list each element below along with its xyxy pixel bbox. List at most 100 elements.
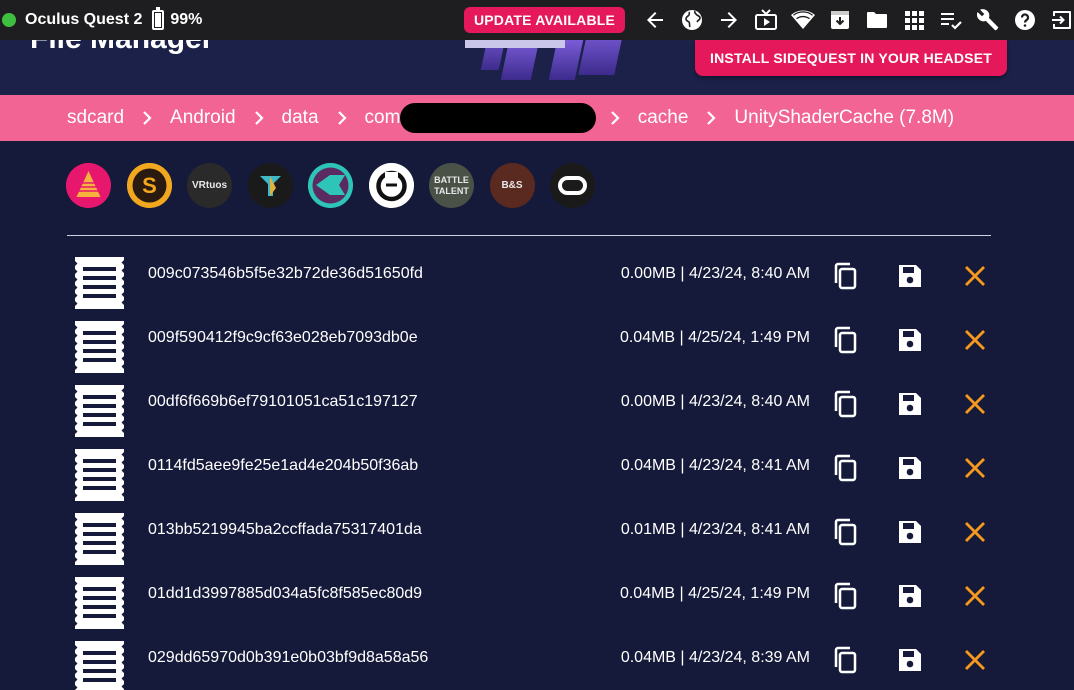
app-icon-label: B&S — [501, 180, 523, 191]
delete-icon[interactable] — [958, 579, 992, 613]
redaction-mark — [399, 103, 596, 133]
wrench-icon[interactable] — [969, 0, 1006, 40]
wifi-icon[interactable] — [784, 0, 821, 40]
file-row[interactable]: 029dd65970d0b391e0b03bf9d8a58a56 0.04MB … — [0, 628, 1074, 690]
help-icon[interactable] — [1006, 0, 1043, 40]
file-meta: 0.00MB | 4/23/24, 8:40 AM — [620, 265, 810, 282]
app-icon-vrtuos[interactable]: VRtuos — [187, 163, 232, 208]
chevron-right-icon — [132, 111, 162, 125]
app-shortcut-row: S VRtuos BATTLE TALENT B&S — [66, 163, 611, 208]
app-icon-2[interactable]: S — [126, 163, 172, 208]
copy-icon[interactable] — [829, 323, 863, 357]
file-meta: 0.04MB | 4/25/24, 1:49 PM — [619, 329, 810, 346]
file-list: 009c073546b5f5e32b72de36d51650fd 0.00MB … — [0, 244, 1074, 690]
chevron-right-icon — [327, 111, 357, 125]
copy-icon[interactable] — [829, 643, 863, 677]
app-icon-label: VRtuos — [192, 180, 227, 191]
file-name: 00df6f669b6ef79101051ca51c197127 — [148, 393, 418, 410]
app-icon-6[interactable] — [368, 163, 414, 208]
checklist-icon[interactable] — [932, 0, 969, 40]
toolbar-icons — [636, 0, 1074, 40]
save-icon[interactable] — [893, 579, 927, 613]
file-meta: 0.04MB | 4/25/24, 1:49 PM — [619, 585, 810, 602]
file-meta: 0.01MB | 4/23/24, 8:41 AM — [620, 521, 810, 538]
file-name: 029dd65970d0b391e0b03bf9d8a58a56 — [148, 649, 429, 666]
save-icon[interactable] — [893, 515, 927, 549]
page-title: File Manager — [30, 40, 213, 56]
update-available-button[interactable]: UPDATE AVAILABLE — [464, 7, 625, 33]
file-name: 009c073546b5f5e32b72de36d51650fd — [148, 265, 423, 282]
app-icon-label: BATTLE TALENT — [434, 174, 469, 196]
app-icon-bs[interactable]: B&S — [489, 163, 535, 208]
file-row[interactable]: 0114fd5aee9fe25e1ad4e204b50f36ab 0.04MB … — [0, 436, 1074, 501]
delete-icon[interactable] — [958, 451, 992, 485]
copy-icon[interactable] — [829, 387, 863, 421]
file-icon — [75, 641, 124, 690]
save-icon[interactable] — [893, 323, 927, 357]
breadcrumb-current-folder: UnityShaderCache (7.8M) — [734, 107, 955, 128]
grid-icon[interactable] — [895, 0, 932, 40]
svg-text:S: S — [142, 173, 157, 198]
app-icon-5[interactable] — [308, 163, 353, 208]
system-topbar: Oculus Quest 2 99% UPDATE AVAILABLE — [0, 0, 1074, 40]
file-row[interactable]: 01dd1d3997885d034a5fc8f585ec80d9 0.04MB … — [0, 564, 1074, 629]
install-sidequest-button[interactable]: INSTALL SIDEQUEST IN YOUR HEADSET — [695, 40, 1007, 76]
file-icon — [75, 385, 124, 437]
copy-icon[interactable] — [829, 259, 863, 293]
exit-icon[interactable] — [1043, 0, 1074, 40]
file-row[interactable]: 013bb5219945ba2ccffada75317401da 0.01MB … — [0, 500, 1074, 565]
chevron-right-icon — [600, 111, 630, 125]
copy-icon[interactable] — [829, 579, 863, 613]
connection-status-icon — [2, 13, 16, 27]
file-meta: 0.04MB | 4/23/24, 8:41 AM — [620, 457, 810, 474]
save-icon[interactable] — [893, 643, 927, 677]
delete-icon[interactable] — [958, 387, 992, 421]
battery-percent: 99% — [170, 11, 203, 28]
page-header: File Manager INSTALL SIDEQUEST IN YOUR H… — [0, 40, 1074, 95]
breadcrumb-data[interactable]: data — [282, 107, 319, 129]
chevron-right-icon — [696, 111, 726, 125]
globe-icon[interactable] — [673, 0, 710, 40]
battery-icon — [152, 7, 165, 30]
folder-icon[interactable] — [858, 0, 895, 40]
sidequest-logo-art — [465, 40, 645, 95]
device-name: Oculus Quest 2 — [25, 11, 143, 28]
file-row[interactable]: 009f590412f9c9cf63e028eb7093db0e 0.04MB … — [0, 308, 1074, 373]
file-meta: 0.00MB | 4/23/24, 8:40 AM — [620, 393, 810, 410]
chevron-right-icon — [244, 111, 274, 125]
copy-icon[interactable] — [829, 451, 863, 485]
file-icon — [75, 321, 124, 373]
breadcrumb: sdcard Android data com. cache UnityShad… — [0, 95, 1074, 141]
forward-arrow-icon[interactable] — [710, 0, 747, 40]
breadcrumb-package[interactable]: com. — [365, 103, 596, 133]
save-icon[interactable] — [893, 259, 927, 293]
file-name: 0114fd5aee9fe25e1ad4e204b50f36ab — [148, 457, 419, 474]
delete-icon[interactable] — [958, 323, 992, 357]
breadcrumb-android[interactable]: Android — [170, 107, 236, 129]
file-icon — [75, 449, 124, 501]
divider — [67, 235, 991, 236]
delete-icon[interactable] — [958, 643, 992, 677]
file-name: 009f590412f9c9cf63e028eb7093db0e — [148, 329, 418, 346]
file-row[interactable]: 009c073546b5f5e32b72de36d51650fd 0.00MB … — [0, 244, 1074, 309]
file-icon — [75, 577, 124, 629]
tv-icon[interactable] — [747, 0, 784, 40]
copy-icon[interactable] — [829, 515, 863, 549]
save-icon[interactable] — [893, 387, 927, 421]
breadcrumb-cache[interactable]: cache — [638, 107, 689, 129]
delete-icon[interactable] — [958, 515, 992, 549]
save-icon[interactable] — [893, 451, 927, 485]
delete-icon[interactable] — [958, 259, 992, 293]
app-icon-battle-talent[interactable]: BATTLE TALENT — [429, 163, 474, 208]
file-icon — [75, 513, 124, 565]
breadcrumb-sdcard[interactable]: sdcard — [67, 107, 124, 129]
back-arrow-icon[interactable] — [636, 0, 673, 40]
file-row[interactable]: 00df6f669b6ef79101051ca51c197127 0.00MB … — [0, 372, 1074, 437]
file-name: 01dd1d3997885d034a5fc8f585ec80d9 — [148, 585, 423, 602]
file-meta: 0.04MB | 4/23/24, 8:39 AM — [620, 649, 810, 666]
download-box-icon[interactable] — [821, 0, 858, 40]
app-icon-1[interactable] — [66, 163, 111, 208]
file-icon — [75, 257, 124, 309]
app-icon-4[interactable] — [247, 163, 293, 208]
app-icon-oculus[interactable] — [550, 163, 595, 208]
